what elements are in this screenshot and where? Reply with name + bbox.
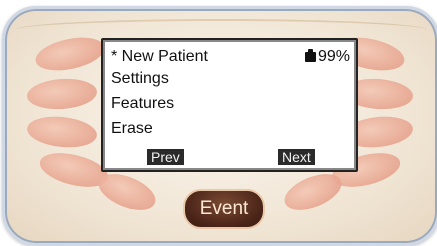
left-decor-petal [25, 113, 99, 151]
left-decor-petal [26, 76, 98, 112]
menu-item-settings[interactable]: Settings [111, 70, 169, 88]
battery-level: 99% [317, 48, 350, 65]
next-softkey[interactable]: Next [278, 149, 315, 165]
prev-softkey[interactable]: Prev [147, 149, 184, 165]
event-button[interactable]: Event [183, 189, 265, 229]
menu-item-erase[interactable]: Erase [111, 120, 153, 138]
display-screen: * New Patient Settings Features Erase 99… [101, 38, 358, 172]
menu-item-features[interactable]: Features [111, 95, 174, 113]
battery-icon [304, 49, 316, 62]
menu-item-new-patient[interactable]: * New Patient [111, 48, 208, 66]
battery-indicator: 99% [304, 48, 350, 66]
